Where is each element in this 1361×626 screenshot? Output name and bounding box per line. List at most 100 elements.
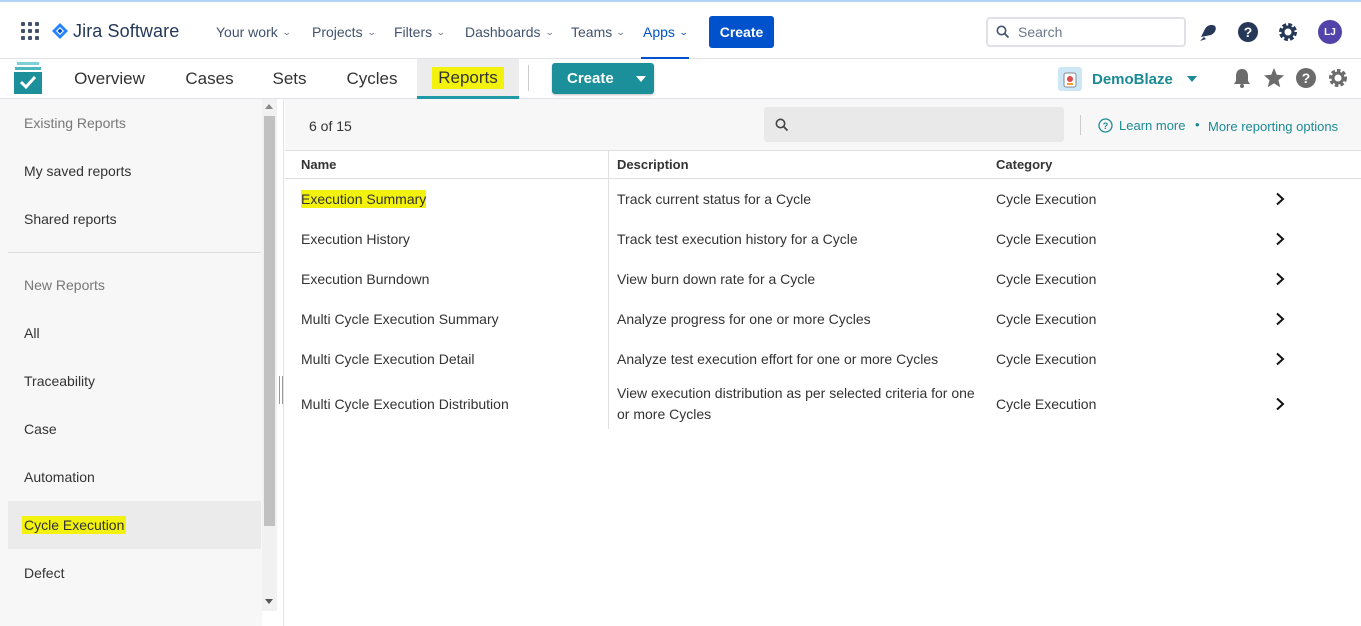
reports-search-input[interactable] (764, 107, 1064, 142)
sidebar-item-all[interactable]: All (8, 309, 261, 357)
create-label: Create (567, 70, 614, 87)
nav-apps[interactable]: Apps ⌄ (643, 20, 703, 44)
column-header-description[interactable]: Description (617, 157, 689, 172)
sidebar-item-traceability[interactable]: Traceability (8, 357, 261, 405)
scroll-up-arrow-icon[interactable] (265, 104, 273, 109)
sidebar-divider (8, 252, 261, 253)
help-icon[interactable]: ? (1236, 20, 1260, 44)
chevron-right-icon[interactable] (1275, 219, 1285, 259)
create-dropdown-button[interactable]: Create (552, 63, 654, 94)
nav-teams[interactable]: Teams ⌄ (571, 20, 643, 44)
project-icon (1058, 67, 1082, 91)
help-icon[interactable]: ? (1295, 67, 1317, 89)
sidebar-item-label: Cycle Execution (22, 516, 127, 534)
logo-text: Jira Software (73, 20, 180, 41)
separator-dot: • (1195, 117, 1200, 132)
chevron-right-icon[interactable] (1275, 299, 1285, 339)
sidebar-item-cycle-execution[interactable]: Cycle Execution (8, 501, 261, 549)
bell-icon[interactable] (1231, 67, 1253, 89)
row-name: Multi Cycle Execution Distribution (301, 396, 509, 412)
resize-grip-icon[interactable] (279, 376, 283, 404)
nav-dashboards[interactable]: Dashboards ⌄ (465, 20, 571, 44)
more-reporting-options-link[interactable]: More reporting options (1208, 119, 1338, 134)
nav-label: Apps (643, 24, 675, 40)
caret-down-icon (635, 75, 646, 82)
row-description: Track test execution history for a Cycle (617, 230, 858, 247)
sidebar-header-new: New Reports (24, 277, 105, 293)
chevron-down-icon: ⌄ (678, 26, 689, 37)
jira-logo[interactable]: Jira Software (52, 19, 179, 43)
chevron-down-icon: ⌄ (616, 26, 626, 37)
row-name: Execution History (301, 231, 410, 247)
search-icon (996, 25, 1010, 39)
settings-gear-icon[interactable] (1327, 67, 1349, 89)
chevron-down-icon: ⌄ (366, 26, 377, 37)
sidebar-item-my-saved-reports[interactable]: My saved reports (8, 147, 261, 195)
row-category: Cycle Execution (996, 396, 1097, 412)
tab-cycles[interactable]: Cycles (327, 59, 417, 99)
row-category: Cycle Execution (996, 311, 1097, 327)
notifications-icon[interactable] (1197, 20, 1219, 44)
divider (528, 65, 529, 91)
row-name-text: Execution Summary (301, 190, 427, 208)
nav-label: Teams (571, 24, 613, 40)
reports-table: Name Description Category Execution Summ… (285, 151, 1361, 429)
tab-reports[interactable]: Reports (417, 59, 519, 99)
tab-cases[interactable]: Cases (167, 59, 252, 99)
nav-projects[interactable]: Projects ⌄ (312, 20, 394, 44)
chevron-right-icon[interactable] (1275, 379, 1285, 429)
star-icon[interactable] (1263, 67, 1285, 89)
row-category: Cycle Execution (996, 191, 1097, 207)
global-search-input[interactable]: Search (986, 17, 1186, 47)
column-header-name[interactable]: Name (301, 157, 336, 172)
nav-label: Filters (394, 24, 433, 40)
search-placeholder: Search (1018, 24, 1063, 40)
app-switcher-icon[interactable] (21, 22, 39, 40)
sidebar-item-case[interactable]: Case (8, 405, 261, 453)
reports-sidebar: Existing Reports My saved reports Shared… (0, 99, 262, 626)
project-selector[interactable]: DemoBlaze (1058, 67, 1197, 91)
row-description: Track current status for a Cycle (617, 190, 811, 207)
table-row[interactable]: Execution History Track test execution h… (285, 219, 1361, 259)
chevron-right-icon[interactable] (1275, 339, 1285, 379)
row-category: Cycle Execution (996, 231, 1097, 247)
row-description: View burn down rate for a Cycle (617, 270, 816, 287)
tab-reports-label: Reports (432, 66, 504, 89)
svg-text:?: ? (1302, 70, 1311, 86)
top-navigation-bar: Jira Software Your work ⌄ Projects ⌄ Filte… (0, 0, 1361, 60)
settings-gear-icon[interactable] (1276, 20, 1300, 44)
panel-splitter[interactable] (278, 99, 284, 626)
tab-sets[interactable]: Sets (252, 59, 327, 99)
caret-down-icon (1186, 76, 1197, 82)
scroll-down-arrow-icon[interactable] (265, 599, 273, 604)
row-name: Multi Cycle Execution Summary (301, 311, 499, 327)
chevron-down-icon: ⌄ (435, 26, 446, 37)
reports-toolbar: 6 of 15 ? Learn more • More reporting op… (285, 99, 1361, 151)
user-avatar[interactable]: LJ (1318, 20, 1342, 44)
column-header-category[interactable]: Category (996, 157, 1052, 172)
app-logo-icon[interactable] (14, 62, 42, 94)
chevron-right-icon[interactable] (1275, 179, 1285, 219)
table-row[interactable]: Execution Burndown View burn down rate f… (285, 259, 1361, 299)
row-category: Cycle Execution (996, 271, 1097, 287)
table-row[interactable]: Multi Cycle Execution Distribution View … (285, 379, 1361, 429)
sidebar-item-automation[interactable]: Automation (8, 453, 261, 501)
top-nav-menu: Your work ⌄ Projects ⌄ Filters ⌄ Dashboards… (216, 20, 703, 44)
chevron-right-icon[interactable] (1275, 259, 1285, 299)
nav-label: Projects (312, 24, 363, 40)
search-icon (775, 118, 789, 132)
sidebar-item-defect[interactable]: Defect (8, 549, 261, 597)
table-row[interactable]: Multi Cycle Execution Detail Analyze tes… (285, 339, 1361, 379)
nav-your-work[interactable]: Your work ⌄ (216, 20, 312, 44)
app-tabs: Overview Cases Sets Cycles Reports (52, 59, 519, 99)
scrollbar-thumb[interactable] (264, 116, 275, 526)
row-description: Analyze progress for one or more Cycles (617, 310, 871, 327)
sidebar-item-shared-reports[interactable]: Shared reports (8, 195, 261, 243)
create-button[interactable]: Create (709, 16, 774, 48)
tab-overview[interactable]: Overview (52, 59, 167, 99)
learn-more-link[interactable]: ? Learn more (1098, 118, 1185, 133)
nav-filters[interactable]: Filters ⌄ (394, 20, 465, 44)
table-row[interactable]: Multi Cycle Execution Summary Analyze pr… (285, 299, 1361, 339)
jira-diamond-icon (52, 23, 68, 39)
table-row[interactable]: Execution Summary Track current status f… (285, 179, 1361, 219)
